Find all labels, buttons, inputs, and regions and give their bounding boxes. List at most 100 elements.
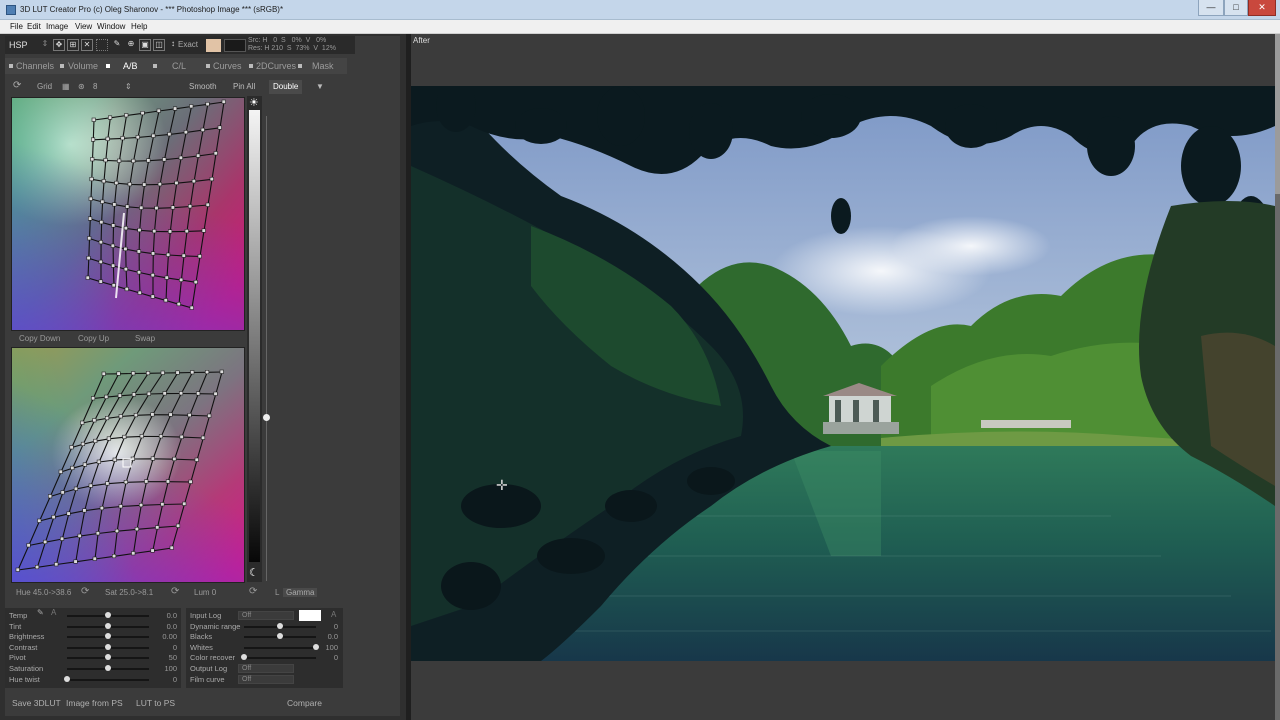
grid-control-point[interactable] (34, 565, 40, 570)
grid-control-point[interactable] (98, 240, 103, 245)
grid-control-point[interactable] (112, 457, 117, 462)
grid-control-point[interactable] (139, 503, 144, 508)
fit-tool-icon[interactable]: ◫ (153, 39, 165, 51)
grid-control-point[interactable] (188, 204, 193, 209)
grid-control-point[interactable] (176, 302, 181, 307)
grid-control-point[interactable] (92, 556, 97, 561)
grid-control-point[interactable] (123, 246, 128, 251)
grid-control-point[interactable] (103, 158, 108, 163)
pin-all-button[interactable]: Pin All (229, 80, 259, 94)
warp-grid-bottom[interactable] (12, 348, 245, 583)
grid-control-point[interactable] (136, 249, 141, 254)
tab-cl[interactable]: C/L (172, 61, 186, 71)
grid-control-point[interactable] (200, 127, 205, 132)
reset-sat-icon[interactable]: ⟳ (171, 586, 179, 597)
grid-control-point[interactable] (146, 391, 151, 396)
compare-button[interactable]: Compare (287, 698, 322, 708)
grid-control-point[interactable] (170, 205, 175, 210)
menu-edit[interactable]: Edit (27, 22, 41, 31)
tab-channels[interactable]: Channels (16, 61, 54, 71)
adjust-value[interactable]: 0.0 (153, 622, 177, 631)
slider-track[interactable] (244, 646, 316, 649)
adjust-value[interactable]: 0.0 (153, 611, 177, 620)
grid-control-point[interactable] (189, 305, 194, 310)
reset-hue-icon[interactable]: ⟳ (81, 586, 89, 597)
grid-control-point[interactable] (144, 479, 149, 484)
luminance-bar[interactable]: ☀ ☾ (247, 96, 262, 582)
grid-control-point[interactable] (124, 287, 129, 292)
grid-control-point[interactable] (139, 434, 144, 439)
grid-control-point[interactable] (77, 533, 82, 538)
grid-control-point[interactable] (217, 125, 222, 130)
grid-control-point[interactable] (54, 562, 59, 567)
grid-control-point[interactable] (131, 392, 136, 397)
luminance-slider-track[interactable] (266, 116, 267, 581)
grid-control-point[interactable] (58, 469, 63, 474)
grid-control-point[interactable] (43, 539, 48, 544)
grid-control-point[interactable] (90, 157, 95, 162)
grid-control-point[interactable] (188, 479, 193, 484)
move-tool-icon[interactable]: ✥ (53, 39, 65, 51)
grid-control-point[interactable] (73, 559, 78, 564)
slider-knob[interactable] (64, 675, 70, 682)
grid-control-point[interactable] (191, 179, 196, 184)
adjust-value[interactable]: 0 (153, 675, 177, 684)
reset-lum-icon[interactable]: ⟳ (249, 586, 257, 597)
grid-control-point[interactable] (176, 523, 181, 528)
grid-control-point[interactable] (93, 438, 98, 443)
grid-control-point[interactable] (117, 158, 122, 163)
grid-control-point[interactable] (127, 182, 132, 187)
grid-control-point[interactable] (120, 136, 125, 141)
grid-control-point[interactable] (130, 456, 135, 461)
grid-control-point[interactable] (66, 511, 71, 516)
grid-control-point[interactable] (69, 445, 74, 450)
grid-control-point[interactable] (73, 486, 79, 491)
grid-control-point[interactable] (110, 243, 115, 248)
grid-control-point[interactable] (98, 279, 103, 284)
grid-control-point[interactable] (150, 548, 155, 553)
grid-control-point[interactable] (96, 459, 101, 464)
copy-down-button[interactable]: Copy Down (19, 334, 60, 343)
grid-control-point[interactable] (88, 196, 93, 201)
grid-control-point[interactable] (59, 536, 65, 541)
grid-control-point[interactable] (152, 229, 157, 234)
adjust-value[interactable]: 0.0 (314, 632, 338, 641)
grid-control-point[interactable] (165, 479, 170, 484)
preview-image[interactable] (411, 86, 1275, 661)
grid-control-point[interactable] (118, 504, 123, 509)
grid-control-point[interactable] (154, 206, 159, 211)
viewer-scrollbar-thumb[interactable] (1275, 34, 1280, 194)
slider-track[interactable] (244, 657, 316, 660)
lut-to-ps-button[interactable]: LUT to PS (136, 698, 175, 708)
copy-up-button[interactable]: Copy Up (78, 334, 109, 343)
dropdown[interactable]: Off (238, 674, 294, 684)
grid-control-point[interactable] (189, 104, 194, 109)
grid-control-point[interactable] (47, 494, 53, 499)
tab-ab[interactable]: A/B (123, 61, 138, 71)
grid-control-point[interactable] (60, 490, 65, 495)
grid-control-point[interactable] (163, 298, 168, 303)
minimize-button[interactable]: — (1198, 0, 1224, 16)
adjust-value[interactable]: 0.00 (153, 632, 177, 641)
grid-control-point[interactable] (122, 434, 127, 439)
grid-control-point[interactable] (151, 251, 156, 256)
grid-control-point[interactable] (146, 158, 151, 163)
grid-control-point[interactable] (158, 434, 163, 439)
grid-control-point[interactable] (140, 111, 145, 116)
grid-control-point[interactable] (142, 182, 147, 187)
grid-control-point[interactable] (91, 137, 96, 142)
grid-control-point[interactable] (134, 527, 139, 532)
slider-knob[interactable] (105, 612, 111, 618)
slider-track[interactable] (67, 678, 149, 681)
grid-polar-icon[interactable]: ⊛ (78, 82, 85, 91)
menu-window[interactable]: Window (97, 22, 125, 31)
grid-control-point[interactable] (197, 254, 202, 259)
grid-control-point[interactable] (99, 506, 104, 511)
grid-control-point[interactable] (37, 518, 42, 523)
slider-knob[interactable] (105, 633, 111, 640)
grid-control-point[interactable] (85, 275, 90, 280)
gamma-select[interactable]: Gamma (283, 588, 318, 597)
grid-control-point[interactable] (131, 551, 136, 556)
grid-control-point[interactable] (169, 545, 174, 550)
dropdown[interactable]: Off (238, 611, 294, 620)
